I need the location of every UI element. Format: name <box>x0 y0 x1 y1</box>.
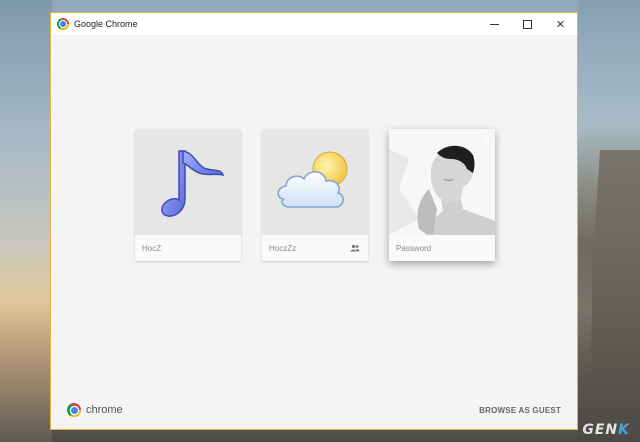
maximize-icon <box>523 19 532 29</box>
desktop-background-left <box>0 0 52 442</box>
chrome-logo-icon <box>67 403 81 417</box>
profile-card-hoczzz[interactable]: HoczZz <box>262 129 368 261</box>
close-icon: ✕ <box>555 17 566 31</box>
chrome-branding: chrome <box>67 403 123 417</box>
profile-card-footer: HoczZz <box>262 235 368 261</box>
profile-card-password[interactable]: Password <box>389 129 495 261</box>
chrome-logo-icon <box>57 18 69 30</box>
desktop-background-cliff <box>590 150 640 442</box>
window-controls: ✕ <box>478 13 577 35</box>
window-title: Google Chrome <box>74 19 138 29</box>
profile-name: HocZ <box>142 243 162 253</box>
profile-avatar <box>262 129 368 235</box>
profile-card-hocz[interactable]: HocZ <box>135 129 241 261</box>
profile-photo <box>389 129 495 235</box>
chrome-wordmark: chrome <box>86 404 123 416</box>
chrome-profile-window: Google Chrome ✕ HocZ HoczZz Password chr… <box>50 12 578 430</box>
maximize-button[interactable] <box>511 13 544 35</box>
profile-card-footer: HocZ <box>135 235 241 261</box>
watermark-text: GEN <box>582 422 619 438</box>
minimize-icon <box>490 23 499 25</box>
minimize-button[interactable] <box>478 13 511 35</box>
profile-cards: HocZ HoczZz Password <box>135 129 516 261</box>
close-button[interactable]: ✕ <box>544 13 577 35</box>
profile-avatar <box>135 129 241 235</box>
profile-photo-avatar <box>389 129 495 235</box>
watermark-accent: K <box>618 422 630 438</box>
watermark-logo: GENK <box>582 422 630 438</box>
profile-menu-icon[interactable] <box>486 135 489 147</box>
profile-name: HoczZz <box>269 243 297 253</box>
music-note-icon <box>161 150 225 217</box>
password-input[interactable]: Password <box>396 244 431 253</box>
profile-card-footer: Password <box>389 235 495 261</box>
browse-as-guest-button[interactable]: BROWSE AS GUEST <box>479 406 561 415</box>
supervised-user-icon <box>350 244 360 252</box>
cloud-sun-icon <box>277 151 348 208</box>
title-bar[interactable]: Google Chrome ✕ <box>51 13 577 35</box>
